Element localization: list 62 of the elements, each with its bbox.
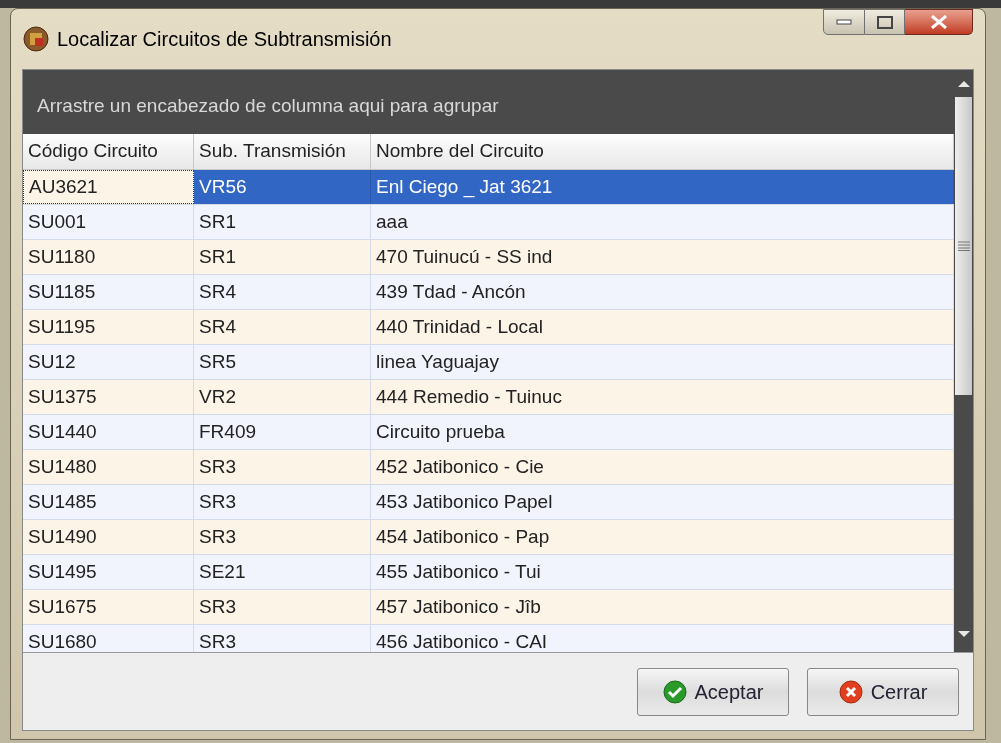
- table-cell: 456 Jatibonico - CAI: [371, 625, 954, 652]
- table-cell: SU1675: [23, 590, 194, 624]
- table-cell: SR1: [194, 205, 371, 239]
- table-cell: SU1375: [23, 380, 194, 414]
- table-cell: SU1440: [23, 415, 194, 449]
- maximize-icon: [876, 15, 893, 29]
- grip-icon: [957, 241, 970, 251]
- table-cell: 444 Remedio - Tuinuc: [371, 380, 954, 414]
- table-cell: SR1: [194, 240, 371, 274]
- table-cell: 455 Jatibonico - Tui: [371, 555, 954, 589]
- table-cell: aaa: [371, 205, 954, 239]
- table-cell: SU1485: [23, 485, 194, 519]
- scroll-up-icon[interactable]: [956, 80, 971, 88]
- table-cell: 453 Jatibonico Papel: [371, 485, 954, 519]
- table-cell: SR3: [194, 485, 371, 519]
- table-cell: SR3: [194, 625, 371, 652]
- table-cell: SR4: [194, 275, 371, 309]
- scrollbar[interactable]: [954, 70, 973, 652]
- table-cell: SR4: [194, 310, 371, 344]
- table-cell: SU1195: [23, 310, 194, 344]
- column-header[interactable]: Sub. Transmisión: [194, 134, 371, 169]
- scroll-thumb[interactable]: [955, 97, 972, 395]
- close-icon: [838, 679, 863, 704]
- accept-button[interactable]: Aceptar: [637, 667, 789, 716]
- table-cell: SE21: [194, 555, 371, 589]
- group-hint: Arrastre un encabezado de columna aqui para agrupar: [37, 93, 499, 118]
- column-header[interactable]: Código Circuito: [23, 134, 194, 169]
- table-cell: SU1180: [23, 240, 194, 274]
- table-cell: SU1680: [23, 625, 194, 652]
- table-cell: 457 Jatibonico - Jîb: [371, 590, 954, 624]
- table-cell: Circuito prueba: [371, 415, 954, 449]
- table-cell: 470 Tuinucú - SS ind: [371, 240, 954, 274]
- table-cell: 452 Jatibonico - Cie: [371, 450, 954, 484]
- table-cell: VR2: [194, 380, 371, 414]
- table-cell: linea Yaguajay: [371, 345, 954, 379]
- maximize-button[interactable]: [865, 9, 905, 35]
- table-cell: SR3: [194, 520, 371, 554]
- table-cell: AU3621: [23, 170, 194, 204]
- table-cell: FR409: [194, 415, 371, 449]
- table-cell: SU1490: [23, 520, 194, 554]
- table-cell: 440 Trinidad - Local: [371, 310, 954, 344]
- close-button[interactable]: [905, 9, 973, 35]
- table-cell: SU12: [23, 345, 194, 379]
- table-cell: SU001: [23, 205, 194, 239]
- minimize-icon: [836, 19, 852, 25]
- table-cell: SU1480: [23, 450, 194, 484]
- window-title: Localizar Circuitos de Subtransmisión: [57, 27, 392, 52]
- table-cell: SR3: [194, 450, 371, 484]
- table-cell: 439 Tdad - Ancón: [371, 275, 954, 309]
- checkmark-icon: [662, 679, 687, 704]
- table-cell: 454 Jatibonico - Pap: [371, 520, 954, 554]
- table-cell: VR56: [194, 170, 371, 204]
- close-dialog-button[interactable]: Cerrar: [807, 667, 959, 716]
- table-cell: SU1495: [23, 555, 194, 589]
- table-cell: SR5: [194, 345, 371, 379]
- close-icon: [929, 15, 948, 29]
- app-icon: [23, 26, 49, 52]
- scroll-down-icon[interactable]: [956, 630, 971, 638]
- minimize-button[interactable]: [823, 9, 865, 35]
- table-cell: Enl Ciego _ Jat 3621: [371, 170, 954, 204]
- table-cell: SU1185: [23, 275, 194, 309]
- table-cell: SR3: [194, 590, 371, 624]
